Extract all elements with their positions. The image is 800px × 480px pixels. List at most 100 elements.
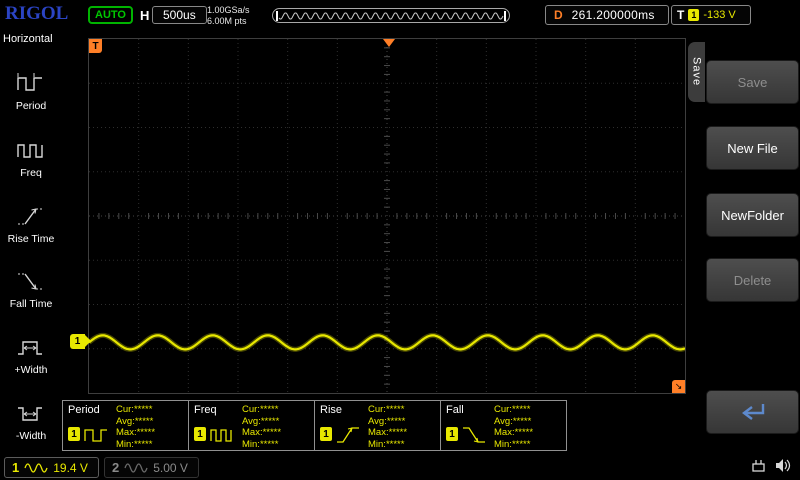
delay-position-marker[interactable]: ↘ xyxy=(672,380,685,393)
delay-readout[interactable]: D 261.200000ms xyxy=(545,5,669,25)
channel-badge: 1 xyxy=(68,427,80,441)
delete-button[interactable]: Delete xyxy=(706,258,799,302)
trigger-position-marker-icon[interactable] xyxy=(383,39,395,47)
memory-depth: 6.00M pts xyxy=(207,16,250,27)
stat-max: Max:***** xyxy=(116,427,155,439)
sidebar-item-label: +Width xyxy=(15,364,48,376)
trigger-level-value: -133 V xyxy=(703,9,735,21)
stat-avg: Avg:***** xyxy=(116,416,155,428)
trigger-source-badge: 1 xyxy=(688,9,699,21)
stat-max: Max:***** xyxy=(242,427,281,439)
speaker-icon[interactable] xyxy=(775,458,792,473)
sidebar-item-rise-time[interactable]: Rise Time xyxy=(0,189,62,245)
return-arrow-icon xyxy=(732,400,774,424)
channel1-level-marker[interactable]: 1 xyxy=(70,334,85,349)
channel2-scale: 5.00 V xyxy=(153,461,188,475)
sidebar-item-label: Freq xyxy=(20,167,42,179)
stat-avg: Avg:***** xyxy=(494,416,533,428)
measurement-stats: Cur:***** Avg:***** Max:***** Min:***** xyxy=(368,404,407,450)
stat-min: Min:***** xyxy=(116,439,155,451)
sample-rate: 1.00GSa/s xyxy=(207,5,250,16)
sidebar-item-label: Rise Time xyxy=(8,233,55,245)
fall-time-icon xyxy=(16,268,46,296)
new-folder-button[interactable]: NewFolder xyxy=(706,193,799,237)
stat-cur: Cur:***** xyxy=(368,404,407,416)
stat-min: Min:***** xyxy=(368,439,407,451)
channel2-number: 2 xyxy=(112,460,119,475)
menu-tab-save: Save xyxy=(688,42,705,102)
usb-icon xyxy=(750,458,767,473)
horizontal-label: H xyxy=(140,8,149,23)
minus-width-icon xyxy=(16,400,46,428)
channel1-status[interactable]: 1 19.4 V xyxy=(4,457,99,478)
freq-measure-icon xyxy=(210,425,234,445)
rise-time-icon xyxy=(16,203,46,231)
sidebar-item-period[interactable]: Period xyxy=(0,56,62,112)
run-state-badge[interactable]: AUTO xyxy=(88,6,133,24)
stat-cur: Cur:***** xyxy=(242,404,281,416)
measurement-period[interactable]: Period 1 Cur:***** Avg:***** Max:***** M… xyxy=(62,400,189,451)
rigol-logo: RIGOL xyxy=(5,3,68,25)
measurement-rise[interactable]: Rise 1 Cur:***** Avg:***** Max:***** Min… xyxy=(314,400,441,451)
display-area: T ↘ xyxy=(88,38,686,394)
channel-badge: 1 xyxy=(320,427,332,441)
channel2-coupling-icon xyxy=(124,461,148,474)
back-button[interactable] xyxy=(706,390,799,434)
trigger-position-flag[interactable]: T xyxy=(89,39,102,53)
system-status-icons xyxy=(750,458,792,473)
horizontal-measure-sidebar: Horizontal Period Freq Rise Time Fall Ti… xyxy=(0,30,62,455)
measurement-stats: Cur:***** Avg:***** Max:***** Min:***** xyxy=(242,404,281,450)
stat-min: Min:***** xyxy=(494,439,533,451)
sidebar-item-pwidth[interactable]: +Width xyxy=(0,320,62,376)
channel-badge: 1 xyxy=(194,427,206,441)
top-status-bar: RIGOL AUTO H 500us 1.00GSa/s 6.00M pts D… xyxy=(0,0,800,30)
sidebar-item-fall-time[interactable]: Fall Time xyxy=(0,254,62,310)
channel1-coupling-icon xyxy=(24,461,48,474)
sidebar-item-nwidth[interactable]: -Width xyxy=(0,386,62,442)
measurement-freq[interactable]: Freq 1 Cur:***** Avg:***** Max:***** Min… xyxy=(188,400,315,451)
channel2-status[interactable]: 2 5.00 V xyxy=(104,457,199,478)
delay-label: D xyxy=(554,8,563,22)
period-measure-icon xyxy=(84,425,108,445)
stat-max: Max:***** xyxy=(368,427,407,439)
sidebar-title: Horizontal xyxy=(0,30,62,48)
measurement-name: Rise xyxy=(320,404,342,416)
new-file-button[interactable]: New File xyxy=(706,126,799,170)
graticule-svg xyxy=(89,39,685,393)
period-icon xyxy=(16,70,46,98)
measurement-fall[interactable]: Fall 1 Cur:***** Avg:***** Max:***** Min… xyxy=(440,400,567,451)
trigger-readout[interactable]: T 1 -133 V xyxy=(671,5,751,25)
rise-measure-icon xyxy=(336,425,360,445)
delay-arrow-icon: ↘ xyxy=(675,381,683,392)
save-button[interactable]: Save xyxy=(706,60,799,104)
stat-min: Min:***** xyxy=(242,439,281,451)
channel1-marker-label: 1 xyxy=(75,336,81,347)
channel1-scale: 19.4 V xyxy=(53,461,88,475)
delay-value: 261.200000ms xyxy=(572,8,655,22)
measurement-stats: Cur:***** Avg:***** Max:***** Min:***** xyxy=(494,404,533,450)
sample-rate-block: 1.00GSa/s 6.00M pts xyxy=(207,5,250,27)
sidebar-item-label: -Width xyxy=(16,430,46,442)
channel1-number: 1 xyxy=(12,460,19,475)
measurement-stats: Cur:***** Avg:***** Max:***** Min:***** xyxy=(116,404,155,450)
sidebar-item-label: Fall Time xyxy=(10,298,53,310)
timebase-value[interactable]: 500us xyxy=(152,6,207,24)
plus-width-icon xyxy=(16,334,46,362)
stat-cur: Cur:***** xyxy=(116,404,155,416)
stat-avg: Avg:***** xyxy=(368,416,407,428)
channel-badge: 1 xyxy=(446,427,458,441)
channel-status-bar: 1 19.4 V 2 5.00 V xyxy=(0,454,800,480)
memory-wave-svg xyxy=(273,9,509,23)
fall-measure-icon xyxy=(462,425,486,445)
measurement-name: Freq xyxy=(194,404,217,416)
freq-icon xyxy=(16,137,46,165)
memory-position-bar[interactable] xyxy=(272,8,510,23)
stat-cur: Cur:***** xyxy=(494,404,533,416)
stat-max: Max:***** xyxy=(494,427,533,439)
stat-avg: Avg:***** xyxy=(242,416,281,428)
sidebar-item-freq[interactable]: Freq xyxy=(0,123,62,179)
measurement-name: Period xyxy=(68,404,100,416)
softkey-menu: Save Save New File NewFolder Delete xyxy=(688,30,800,455)
trigger-label: T xyxy=(677,8,684,22)
measurement-name: Fall xyxy=(446,404,464,416)
